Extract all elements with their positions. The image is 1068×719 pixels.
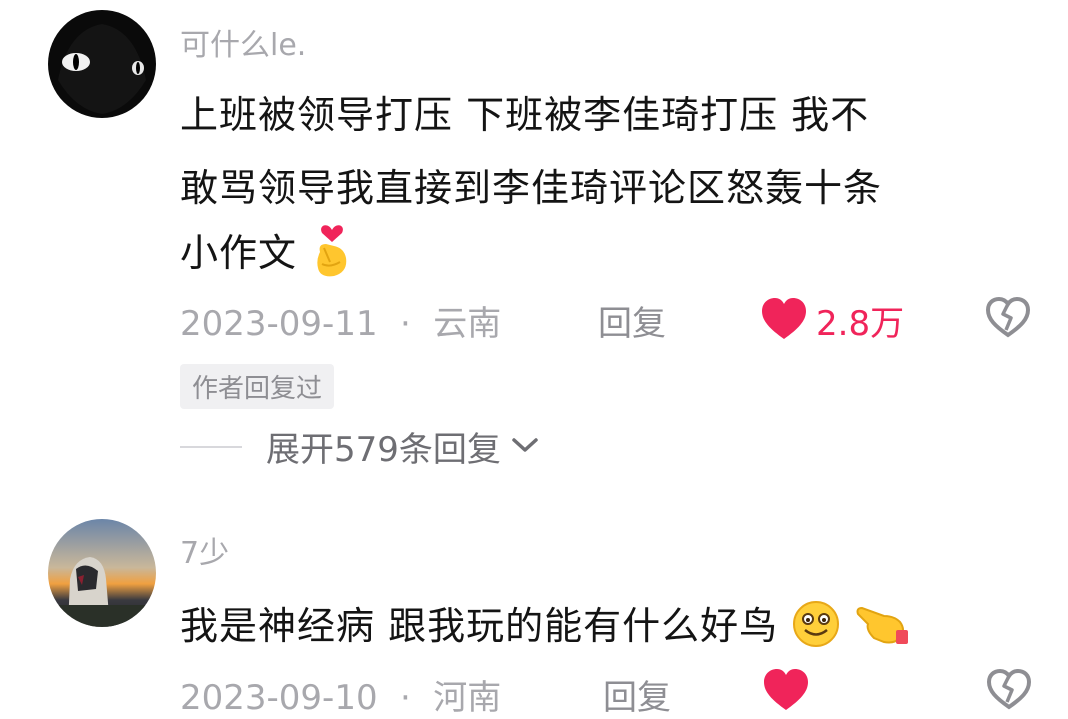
comment-date: 2023-09-10 (180, 678, 378, 718)
like-count: 2.8万 (816, 304, 905, 344)
comment-meta: 2023-09-10 · 河南 (180, 670, 501, 719)
divider-line (180, 445, 242, 448)
like-button[interactable]: 2.8万 (760, 296, 904, 345)
comment-text-line-2: 敢骂领导我直接到李佳琦评论区怒轰十条 (180, 166, 883, 210)
dislike-button[interactable] (985, 296, 1031, 342)
avatar-black-cat[interactable] (48, 10, 156, 118)
comment-text-label: 我是神经病 跟我玩的能有什么好鸟 (180, 604, 779, 648)
meta-separator: · (400, 304, 411, 344)
comment-date: 2023-09-11 (180, 304, 378, 344)
dislike-button[interactable] (986, 668, 1032, 714)
username[interactable]: 可什么le. (180, 20, 306, 64)
heart-icon (762, 668, 810, 716)
expand-replies-label: 展开579条回复 (266, 430, 501, 470)
broken-heart-icon (986, 668, 1032, 714)
comment-location: 云南 (433, 304, 502, 344)
broken-heart-icon (985, 296, 1031, 342)
meta-separator: · (400, 678, 411, 718)
comment-location: 河南 (433, 678, 502, 718)
expand-replies[interactable]: 展开579条回复 (180, 422, 539, 471)
username[interactable]: 7少 (180, 528, 229, 572)
comment-text: 我是神经病 跟我玩的能有什么好鸟 (180, 595, 910, 658)
comment-text-line-3-label: 小作文 (180, 231, 298, 275)
chevron-down-icon (511, 435, 539, 459)
comment-text-line-3: 小作文 (180, 222, 354, 289)
reply-button[interactable]: 回复 (603, 670, 671, 719)
comment-text-line-1: 上班被领导打压 下班被李佳琦打压 我不 (180, 93, 870, 137)
reply-button[interactable]: 回复 (598, 296, 666, 345)
avatar-sunset[interactable] (48, 519, 156, 627)
pointing-hand-emoji (854, 600, 910, 657)
author-replied-badge: 作者回复过 (180, 364, 335, 409)
like-button[interactable] (762, 668, 810, 716)
finger-heart-emoji (310, 222, 354, 289)
heart-icon (760, 297, 808, 345)
smile-emoji (791, 599, 841, 658)
comment-meta: 2023-09-11 · 云南 (180, 296, 501, 345)
